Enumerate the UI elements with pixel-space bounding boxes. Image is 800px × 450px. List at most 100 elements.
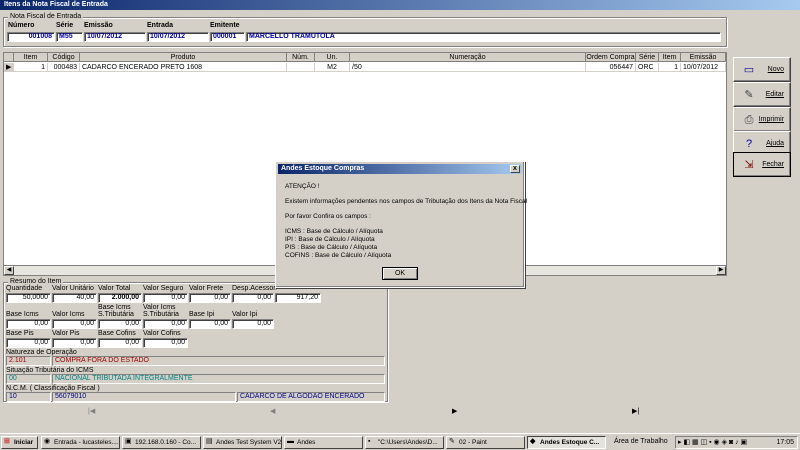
ncm-desc-field[interactable]: CADARCO DE ALGODAO ENCERADO bbox=[237, 392, 385, 402]
serie-field[interactable]: M55 bbox=[56, 32, 83, 42]
dialog-title: Andes Estoque Compras bbox=[281, 165, 365, 172]
row-selector-icon[interactable]: ▶ bbox=[4, 63, 14, 72]
quantidade-label: Quantidade bbox=[6, 285, 43, 292]
base-icms-st-field[interactable]: 0,00 bbox=[98, 319, 142, 329]
taskbar-item[interactable]: ▣ 192.168.0.160 - Co... bbox=[122, 436, 201, 449]
base-cofins-field[interactable]: 0,00 bbox=[98, 338, 142, 348]
outras-despesas-field[interactable]: 917,20 bbox=[275, 293, 321, 303]
emitente-code-field[interactable]: 000001 bbox=[210, 32, 245, 42]
valor-seguro-field[interactable]: 0,00 bbox=[143, 293, 188, 303]
ncm-label: N.C.M. ( Classificação Fiscal ) bbox=[6, 385, 100, 392]
valor-unitario-label: Valor Unitário bbox=[52, 285, 94, 292]
nav-last-icon[interactable]: ▶| bbox=[632, 407, 639, 415]
table-cell[interactable]: 056447 bbox=[586, 63, 636, 72]
item-summary-group: Resumo do Item Quantidade Valor Unitário… bbox=[3, 278, 388, 402]
table-cell[interactable]: 1 bbox=[659, 63, 681, 72]
situacao-label: Situação Tributária do ICMS bbox=[6, 367, 94, 374]
valor-total-label: Valor Total bbox=[98, 285, 131, 292]
printer-icon: ⎙ bbox=[744, 114, 754, 126]
ncm-code-field[interactable]: 10 bbox=[6, 392, 51, 402]
scroll-left-icon[interactable]: ◀ bbox=[4, 266, 14, 275]
warning-dialog: Andes Estoque Compras x ATENÇÃO ! Existe… bbox=[275, 161, 527, 288]
chrome-icon: ◉ bbox=[44, 438, 51, 445]
imprimir-button-label: Imprimir bbox=[758, 116, 784, 123]
novo-button[interactable]: ▭ Novo bbox=[733, 57, 791, 82]
dialog-field-item: IPI : Base de Cálculo / Alíquota bbox=[285, 236, 375, 243]
table-cell[interactable]: 1 bbox=[14, 63, 48, 72]
taskbar-item[interactable]: ✎ 02 - Paint bbox=[446, 436, 525, 449]
taskbar-item[interactable]: ◆ Andes Estoque C... bbox=[527, 436, 606, 449]
entrada-field[interactable]: 10/07/2012 bbox=[147, 32, 209, 42]
dialog-close-icon[interactable]: x bbox=[510, 165, 520, 173]
taskbar-item[interactable]: ◉ Entrada - lucasteles.... bbox=[41, 436, 120, 449]
table-row[interactable]: ▶ 1 000483 CADARCO ENCERADO PRETO 1608 M2/50… bbox=[4, 53, 726, 73]
valor-icms-field[interactable]: 0,00 bbox=[52, 319, 97, 329]
valor-cofins-field[interactable]: 0,00 bbox=[143, 338, 188, 348]
emissao-field[interactable]: 10/07/2012 bbox=[84, 32, 146, 42]
valor-seguro-label: Valor Seguro bbox=[143, 285, 184, 292]
valor-frete-field[interactable]: 0,00 bbox=[189, 293, 231, 303]
table-cell[interactable]: ORC bbox=[636, 63, 659, 72]
table-cell[interactable] bbox=[287, 63, 315, 72]
valor-total-field[interactable]: 2.000,00 bbox=[98, 293, 142, 303]
taskbar-item[interactable]: ▪ "C:\Users\Andes\D... bbox=[365, 436, 444, 449]
table-cell[interactable]: CADARCO ENCERADO PRETO 1608 bbox=[80, 63, 287, 72]
paint-icon: ✎ bbox=[449, 438, 455, 445]
natureza-desc-field[interactable]: COMPRA FORA DO ESTADO bbox=[52, 356, 385, 366]
natureza-code-field[interactable]: 2.101 bbox=[6, 356, 51, 366]
table-cell[interactable]: 10/07/2012 bbox=[681, 63, 726, 72]
desktop-toolbar-label[interactable]: Área de Trabalho bbox=[614, 438, 668, 445]
valor-unitario-field[interactable]: 40,00 bbox=[52, 293, 97, 303]
emitente-name-field[interactable]: MARCELLO TRAMUTOLA bbox=[246, 32, 721, 42]
item-summary-title: Resumo do Item bbox=[8, 278, 64, 285]
base-pis-field[interactable]: 0,00 bbox=[6, 338, 51, 348]
remote-desktop-icon: ▣ bbox=[125, 438, 132, 445]
table-cell[interactable]: 000483 bbox=[48, 63, 80, 72]
dialog-title-bar[interactable]: Andes Estoque Compras x bbox=[278, 164, 522, 174]
imprimir-button[interactable]: ⎙ Imprimir bbox=[733, 107, 791, 132]
window-title-bar[interactable]: Itens da Nota Fiscal de Entrada bbox=[0, 0, 800, 10]
valor-icms-st-field[interactable]: 0,00 bbox=[143, 319, 188, 329]
editar-button[interactable]: ✎ Editar bbox=[733, 82, 791, 107]
valor-pis-field[interactable]: 0,00 bbox=[52, 338, 97, 348]
numero-label: Número bbox=[8, 22, 35, 29]
valor-icms-label: Valor Icms bbox=[52, 311, 85, 318]
edit-pencil-icon: ✎ bbox=[744, 89, 754, 101]
emissao-label: Emissão bbox=[84, 22, 113, 29]
nav-prev-icon[interactable]: ◀ bbox=[270, 407, 275, 415]
quantidade-field[interactable]: 50,0000 bbox=[6, 293, 51, 303]
nav-next-icon[interactable]: ▶ bbox=[452, 407, 457, 415]
base-ipi-field[interactable]: 0,00 bbox=[189, 319, 231, 329]
new-document-icon: ▭ bbox=[743, 64, 755, 76]
numero-field[interactable]: 001008 bbox=[7, 32, 55, 42]
taskbar-item-label: Entrada - lucasteles.... bbox=[54, 439, 119, 446]
base-icms-field[interactable]: 0,00 bbox=[6, 319, 51, 329]
taskbar: ⊞ Iniciar ◉ Entrada - lucasteles.... ▣ 192.… bbox=[0, 433, 800, 450]
app-icon: ◆ bbox=[530, 438, 536, 445]
table-cell[interactable]: M2 bbox=[315, 63, 350, 72]
situacao-code-field[interactable]: 00 bbox=[6, 374, 51, 384]
scroll-right-icon[interactable]: ▶ bbox=[716, 266, 726, 275]
taskbar-item[interactable]: ▬ Andes bbox=[284, 436, 363, 449]
tray-icons[interactable]: ▸ ◧ ▦ ◫ ▪ ◉ ◈ ◙ ♪ ▣ bbox=[678, 438, 747, 446]
valor-cofins-label: Valor Cofins bbox=[143, 330, 181, 337]
fechar-button[interactable]: ⇲ Fechar bbox=[733, 152, 791, 177]
dialog-heading: ATENÇÃO ! bbox=[285, 183, 320, 190]
desp-acessor-field[interactable]: 0,00 bbox=[232, 293, 274, 303]
base-cofins-label: Base Cofins bbox=[98, 330, 136, 337]
valor-ipi-field[interactable]: 0,00 bbox=[232, 319, 274, 329]
ncm-value-field[interactable]: 56079010 bbox=[52, 392, 236, 402]
app-window-icon: ▤ bbox=[206, 438, 213, 445]
invoice-header-title: Nota Fiscal de Entrada bbox=[8, 13, 84, 20]
taskbar-item[interactable]: ▤ Andes Test System V2 bbox=[203, 436, 282, 449]
table-cell[interactable]: /50 bbox=[350, 63, 586, 72]
ok-button[interactable]: OK bbox=[382, 267, 418, 280]
start-button[interactable]: ⊞ Iniciar bbox=[1, 436, 38, 449]
clock[interactable]: 17:05 bbox=[776, 439, 794, 446]
system-tray: ▸ ◧ ▦ ◫ ▪ ◉ ◈ ◙ ♪ ▣ 17:05 bbox=[675, 436, 798, 449]
base-icms-label: Base Icms bbox=[6, 311, 39, 318]
nav-first-icon[interactable]: |◀ bbox=[88, 407, 95, 415]
situacao-desc-field[interactable]: NACIONAL TRIBUTADA INTEGRALMENTE bbox=[52, 374, 385, 384]
dialog-field-item: ICMS : Base de Cálculo / Alíquota bbox=[285, 228, 383, 235]
start-label: Iniciar bbox=[14, 439, 34, 446]
